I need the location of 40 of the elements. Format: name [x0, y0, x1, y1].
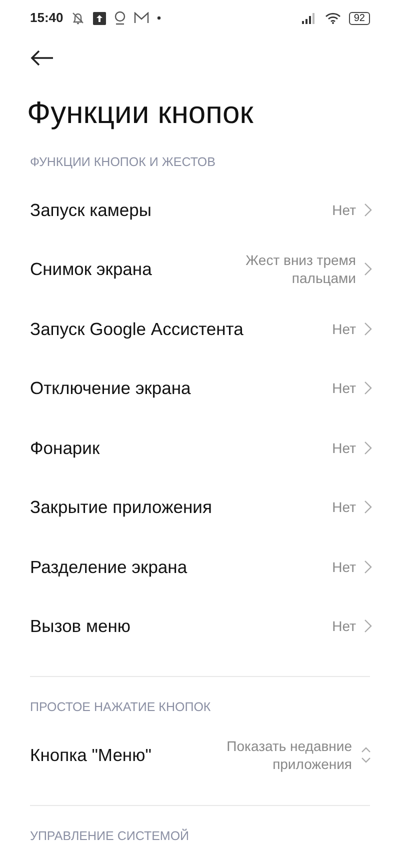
setting-value: Нет	[332, 438, 356, 457]
chevron-right-icon	[364, 500, 372, 514]
setting-value: Нет	[332, 617, 356, 636]
chevron-right-icon	[364, 322, 372, 336]
setting-value: Нет	[332, 498, 356, 516]
mail-icon	[134, 12, 150, 24]
setting-value: Нет	[332, 200, 356, 219]
settings-row[interactable]: Кнопка "Меню" Показать недавние приложения	[0, 725, 400, 784]
dot-icon	[157, 16, 162, 20]
section-header: УПРАВЛЕНИЕ СИСТЕМОЙ	[29, 828, 190, 844]
signal-icon	[300, 12, 317, 24]
settings-row[interactable]: Отключение экрана Нет	[0, 358, 400, 418]
chevron-right-icon	[364, 619, 372, 634]
settings-row[interactable]: Запуск Google Ассистента Нет	[0, 299, 400, 358]
chevron-right-icon	[364, 440, 372, 455]
back-arrow-icon[interactable]	[30, 50, 54, 66]
wifi-icon	[324, 12, 341, 24]
settings-row[interactable]: Разделение экрана Нет	[0, 537, 400, 596]
settings-row[interactable]: Снимок экрана Жест вниз тремя пальцами	[0, 240, 400, 299]
settings-row[interactable]: Фонарик Нет	[0, 418, 400, 478]
section-header: ФУНКЦИИ КНОПОК И ЖЕСТОВ	[29, 154, 216, 171]
section-header: ПРОСТОЕ НАЖАТИЕ КНОПОК	[29, 699, 212, 716]
settings-row[interactable]: Запуск камеры Нет	[0, 180, 400, 240]
settings-row[interactable]: Закрытие приложения Нет	[0, 478, 400, 537]
chevron-right-icon	[364, 560, 372, 574]
chevron-right-icon	[364, 262, 372, 276]
muted-bell-icon	[71, 11, 86, 25]
up-down-chevron-icon	[360, 746, 372, 764]
setting-value: Нет	[332, 558, 356, 576]
chevron-right-icon	[364, 381, 372, 396]
setting-value: Нет	[332, 379, 356, 398]
setting-value: Жест вниз тремя пальцами	[244, 251, 356, 288]
settings-row[interactable]: Вызов меню Нет	[0, 596, 400, 656]
setting-value: Показать недавние приложения	[226, 736, 352, 773]
upload-icon	[93, 12, 106, 24]
battery-icon: 92	[348, 12, 370, 24]
page-title: Функции кнопок	[26, 94, 254, 132]
setting-value: Нет	[332, 320, 356, 338]
chevron-right-icon	[364, 202, 372, 217]
clock-text: 15:40	[30, 9, 64, 28]
